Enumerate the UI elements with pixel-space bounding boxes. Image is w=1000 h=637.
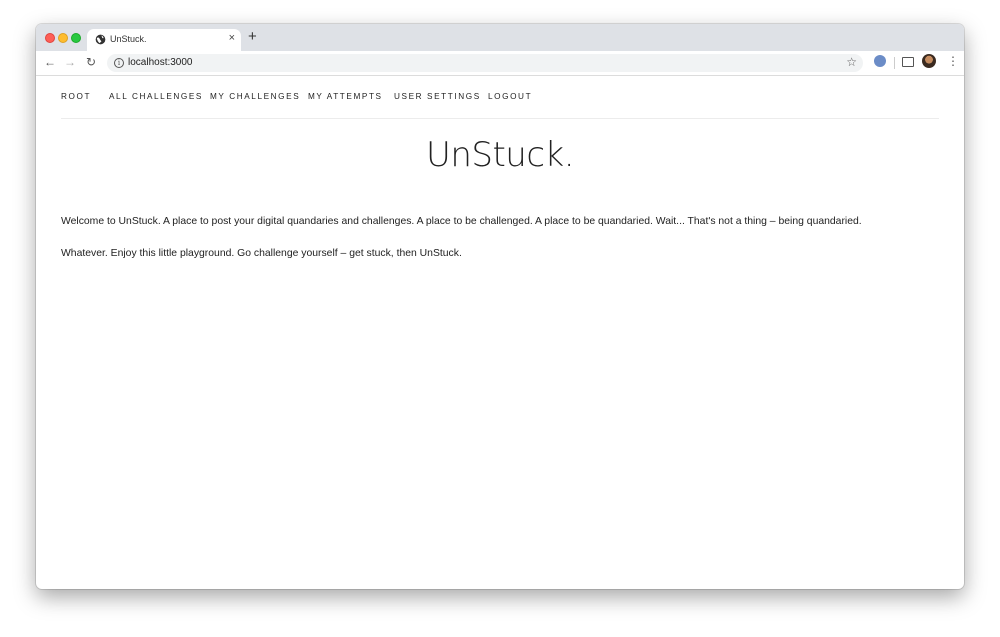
address-bar[interactable]: i localhost:3000 ☆ [107,54,863,72]
nav-link-user-settings[interactable]: USER SETTINGS [394,92,481,101]
nav-link-my-attempts[interactable]: MY ATTEMPTS [308,92,383,101]
globe-icon [95,34,106,45]
cast-icon[interactable] [902,57,914,67]
minimize-window-button[interactable] [58,33,68,43]
intro-paragraph: Welcome to UnStuck. A place to post your… [61,216,862,227]
back-arrow-icon[interactable]: ← [44,55,56,69]
bookmark-star-icon[interactable]: ☆ [846,55,857,69]
close-window-button[interactable] [45,33,55,43]
nav-link-root[interactable]: ROOT [61,92,91,101]
nav-link-my-challenges[interactable]: MY CHALLENGES [210,92,300,101]
nav-link-logout[interactable]: LOGOUT [488,92,532,101]
nav-link-all-challenges[interactable]: ALL CHALLENGES [109,92,203,101]
page-content: ROOT ALL CHALLENGES MY CHALLENGES MY ATT… [36,76,964,589]
tab-title: UnStuck. [110,34,147,44]
info-icon[interactable]: i [114,58,124,68]
more-menu-icon[interactable]: ⋮ [947,54,959,68]
profile-avatar-icon[interactable] [922,54,936,68]
browser-toolbar: ← → ↻ i localhost:3000 ☆ ⋮ [36,51,964,76]
browser-window: UnStuck. × + ← → ↻ i localhost:3000 ☆ ⋮ … [36,24,964,589]
forward-arrow-icon[interactable]: → [64,55,76,69]
reload-icon[interactable]: ↻ [86,55,96,69]
tab-bar: UnStuck. × + [36,24,964,51]
toolbar-divider [894,57,895,69]
site-nav: ROOT ALL CHALLENGES MY CHALLENGES MY ATT… [61,76,939,119]
url-text[interactable]: localhost:3000 [128,57,193,68]
zoom-window-button[interactable] [71,33,81,43]
extension-icon[interactable] [874,55,886,67]
new-tab-button[interactable]: + [248,29,257,45]
outro-paragraph: Whatever. Enjoy this little playground. … [61,248,462,259]
page-title: UnStuck. [425,135,575,175]
browser-tab[interactable]: UnStuck. × [87,29,241,51]
tab-close-icon[interactable]: × [229,32,235,44]
